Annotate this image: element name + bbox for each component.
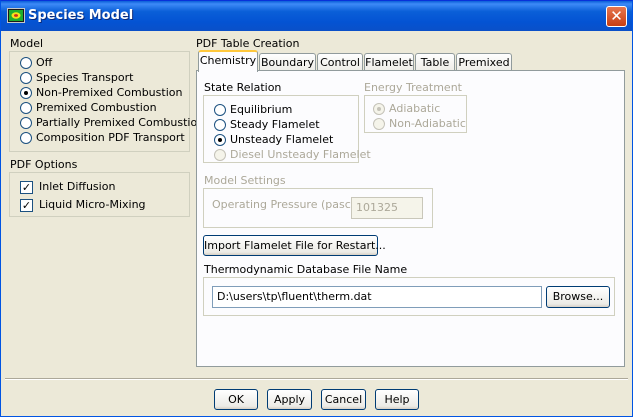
model-settings-heading: Model Settings	[204, 174, 286, 187]
state-relation-heading: State Relation	[204, 81, 282, 94]
check-icon[interactable]: ✓	[20, 199, 33, 212]
model-option-label: Non-Premixed Combustion	[36, 86, 183, 99]
thermo-db-heading: Thermodynamic Database File Name	[204, 263, 408, 276]
window-title: Species Model	[28, 8, 134, 23]
operating-pressure-label: Operating Pressure (pascal)	[212, 198, 365, 211]
inlet-diffusion-label: Inlet Diffusion	[39, 180, 116, 193]
close-button[interactable]: ✕	[606, 6, 627, 27]
model-group: Off Species Transport Non-Premixed Combu…	[9, 51, 204, 152]
operating-pressure-field: 101325	[351, 197, 423, 219]
model-settings-group: Operating Pressure (pascal) 101325	[203, 188, 433, 228]
pdf-table-heading: PDF Table Creation	[196, 37, 300, 50]
radio-diesel-unsteady-flamelet	[214, 149, 226, 161]
radio-premixed[interactable]	[20, 102, 32, 114]
energy-option-label: Non-Adiabatic	[389, 117, 466, 130]
model-option-label: Partially Premixed Combustion	[36, 116, 205, 129]
state-option-label: Steady Flamelet	[230, 118, 320, 131]
radio-steady-flamelet[interactable]	[214, 119, 226, 131]
radio-unsteady-flamelet[interactable]	[214, 134, 226, 146]
energy-option-label: Adiabatic	[389, 102, 441, 115]
state-option-label: Diesel Unsteady Flamelet	[230, 148, 371, 161]
thermo-db-path-input[interactable]: D:\users\tp\fluent\therm.dat	[212, 286, 542, 308]
radio-adiabatic	[373, 103, 385, 115]
tab-chemistry[interactable]: Chemistry	[198, 50, 258, 72]
state-relation-group: Equilibrium Steady Flamelet Unsteady Fla…	[203, 95, 371, 163]
help-button[interactable]: Help	[375, 389, 419, 410]
title-bar[interactable]: Species Model ✕	[1, 1, 632, 31]
apply-button[interactable]: Apply	[267, 389, 312, 410]
app-icon	[7, 8, 25, 23]
radio-composition-pdf[interactable]	[20, 132, 32, 144]
pdf-options-group: ✓ Inlet Diffusion ✓ Liquid Micro-Mixing	[9, 172, 190, 217]
energy-treatment-heading: Energy Treatment	[364, 81, 462, 94]
liquid-micro-mixing-label: Liquid Micro-Mixing	[39, 198, 146, 211]
radio-partially-premixed[interactable]	[20, 117, 32, 129]
model-heading: Model	[10, 37, 44, 50]
thermo-db-group: D:\users\tp\fluent\therm.dat Browse...	[203, 277, 615, 316]
radio-species-transport[interactable]	[20, 72, 32, 84]
radio-non-adiabatic	[373, 118, 385, 130]
radio-equilibrium[interactable]	[214, 104, 226, 116]
species-model-dialog: Species Model ✕ Model Off Species Transp…	[0, 0, 633, 417]
model-option-label: Off	[36, 56, 53, 69]
radio-non-premixed[interactable]	[20, 87, 32, 99]
footer-separator	[5, 378, 628, 380]
state-option-label: Equilibrium	[230, 103, 293, 116]
model-option-label: Premixed Combustion	[36, 101, 157, 114]
import-flamelet-button[interactable]: Import Flamelet File for Restart...	[203, 235, 386, 256]
browse-button[interactable]: Browse...	[546, 286, 610, 308]
model-option-label: Composition PDF Transport	[36, 131, 185, 144]
check-icon[interactable]: ✓	[20, 181, 33, 194]
state-option-label: Unsteady Flamelet	[230, 133, 334, 146]
cancel-button[interactable]: Cancel	[321, 389, 366, 410]
radio-off[interactable]	[20, 57, 32, 69]
ok-button[interactable]: OK	[214, 389, 258, 410]
close-icon: ✕	[610, 7, 623, 25]
energy-treatment-group: Adiabatic Non-Adiabatic	[364, 95, 467, 133]
chemistry-panel: State Relation Equilibrium Steady Flamel…	[196, 70, 625, 367]
pdf-options-heading: PDF Options	[10, 158, 78, 171]
model-option-label: Species Transport	[36, 71, 134, 84]
